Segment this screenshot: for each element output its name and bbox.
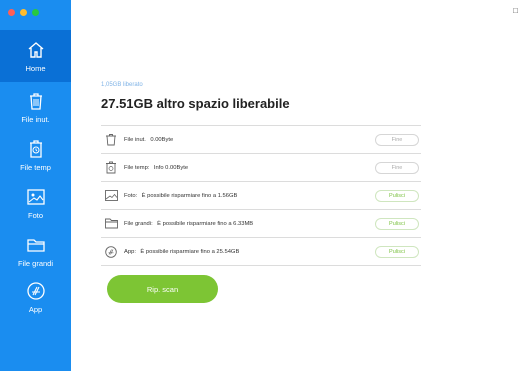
row-detail: 0.00Byte: [150, 136, 174, 143]
freed-space-subtitle: 1,05GB liberato: [101, 82, 143, 88]
sidebar-item-label: App: [28, 305, 43, 314]
row-name: File temp:: [124, 164, 150, 171]
sidebar-item-label: File inut.: [21, 115, 50, 124]
sidebar-item-photos[interactable]: Foto: [0, 186, 71, 220]
category-list: File inut. 0.00Byte Fine File temp: Info…: [101, 125, 421, 266]
list-item: App: È possibile risparmiare fino a 25.5…: [101, 238, 421, 266]
list-item: File temp: Info 0.00Byte Fine: [101, 154, 421, 182]
sidebar-item-label: File temp: [20, 163, 51, 172]
sidebar-item-large-files[interactable]: File grandi: [0, 234, 71, 268]
clean-button[interactable]: Pulisci: [375, 245, 419, 258]
page-title: 27.51GB altro spazio liberabile: [101, 96, 290, 111]
trash-icon: [25, 90, 47, 112]
window-controls: [8, 9, 39, 16]
clean-button[interactable]: Pulisci: [375, 217, 419, 230]
row-detail: È possibile risparmiare fino a 1.56GB: [141, 192, 238, 199]
row-name: Foto:: [124, 192, 138, 199]
clean-button[interactable]: Pulisci: [375, 189, 419, 202]
row-name: File grandi:: [124, 220, 153, 227]
minimize-window-button[interactable]: [20, 9, 27, 16]
row-name: File inut.: [124, 136, 146, 143]
sidebar-item-temp-files[interactable]: File temp: [0, 138, 71, 172]
zoom-window-button[interactable]: [32, 9, 39, 16]
list-item: Foto: È possibile risparmiare fino a 1.5…: [101, 182, 421, 210]
finish-button[interactable]: Fine: [375, 161, 419, 174]
photo-icon: [104, 189, 118, 203]
finish-button[interactable]: Fine: [375, 133, 419, 146]
sidebar-item-label: Foto: [27, 211, 43, 220]
list-item: File grandi: È possibile risparmiare fin…: [101, 210, 421, 238]
app-store-icon: [25, 280, 47, 302]
row-detail: È possibile risparmiare fino a 25.54GB: [140, 248, 240, 255]
main-panel: 1,05GB liberato 27.51GB altro spazio lib…: [71, 0, 530, 371]
sidebar-item-label: File grandi: [17, 259, 54, 268]
rescan-button[interactable]: Rip. scan: [107, 275, 218, 303]
app-store-icon: [104, 245, 118, 259]
sidebar-item-junk-files[interactable]: File inut.: [0, 90, 71, 124]
trash-icon: [104, 133, 118, 147]
row-name: App:: [124, 248, 136, 255]
folder-icon: [25, 234, 47, 256]
sidebar-item-home[interactable]: Home: [0, 30, 71, 82]
row-detail: È possibile risparmiare fino a 6.33MB: [157, 220, 254, 227]
close-window-button[interactable]: [8, 9, 15, 16]
list-item: File inut. 0.00Byte Fine: [101, 126, 421, 154]
sidebar-item-label: Home: [25, 64, 46, 73]
temp-file-icon: [25, 138, 47, 160]
photo-icon: [25, 186, 47, 208]
row-detail: Info 0.00Byte: [153, 164, 189, 171]
sidebar-item-apps[interactable]: App: [0, 280, 71, 314]
folder-icon: [104, 217, 118, 231]
home-icon: [25, 39, 47, 61]
temp-file-icon: [104, 161, 118, 175]
sidebar: Home File inut. File temp Foto File gran…: [0, 0, 71, 371]
